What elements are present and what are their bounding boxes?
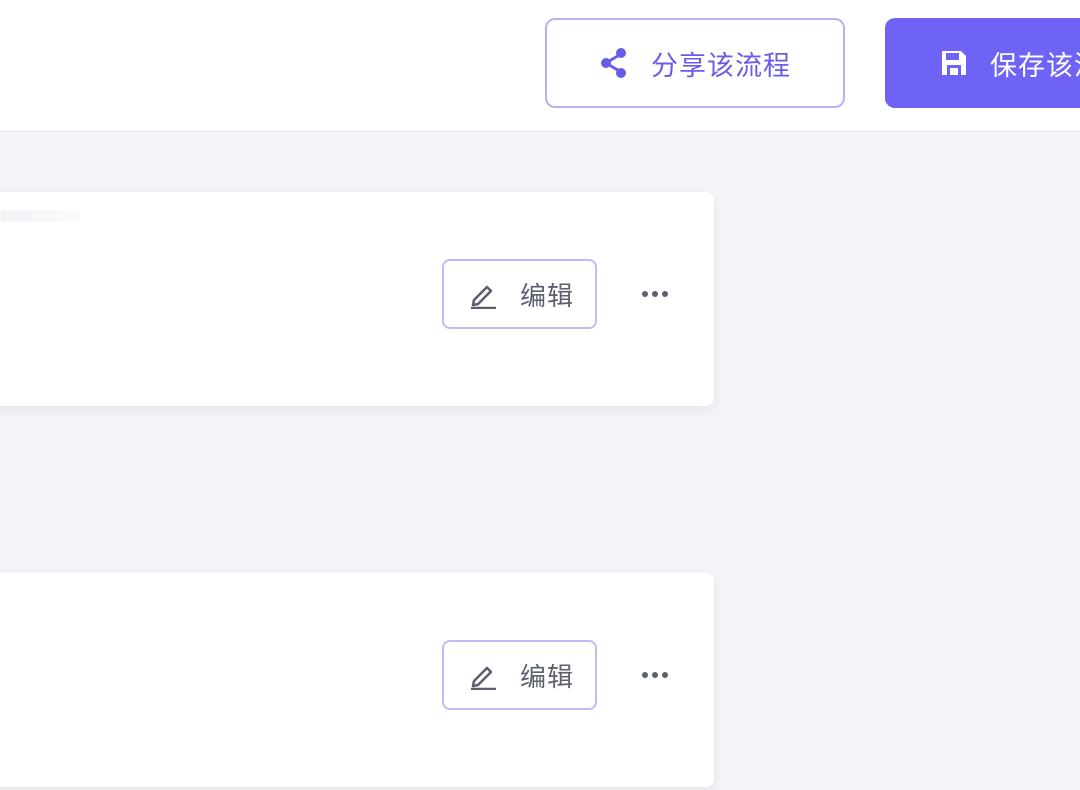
share-flow-button[interactable]: 分享该流程 — [545, 18, 845, 108]
pencil-icon — [468, 279, 498, 309]
edit-button[interactable]: 编辑 — [442, 640, 597, 710]
more-options-button[interactable] — [635, 661, 675, 689]
edit-label: 编辑 — [520, 662, 575, 693]
share-flow-label: 分享该流程 — [651, 50, 791, 82]
flow-step-card: 编辑 — [0, 573, 714, 787]
edit-label: 编辑 — [520, 281, 575, 312]
save-flow-button[interactable]: 保存该流程 — [885, 18, 1080, 108]
pencil-icon — [468, 660, 498, 690]
floppy-disk-icon — [940, 49, 968, 77]
top-toolbar: 分享该流程 保存该流程 — [0, 0, 1080, 132]
more-options-button[interactable] — [635, 280, 675, 308]
share-icon — [599, 47, 629, 79]
edit-button[interactable]: 编辑 — [442, 259, 597, 329]
ellipsis-icon — [642, 672, 668, 678]
ellipsis-icon — [642, 291, 668, 297]
save-flow-label: 保存该流程 — [990, 50, 1080, 82]
flow-step-card: 编辑 — [0, 192, 714, 406]
card-title-placeholder — [0, 210, 80, 222]
